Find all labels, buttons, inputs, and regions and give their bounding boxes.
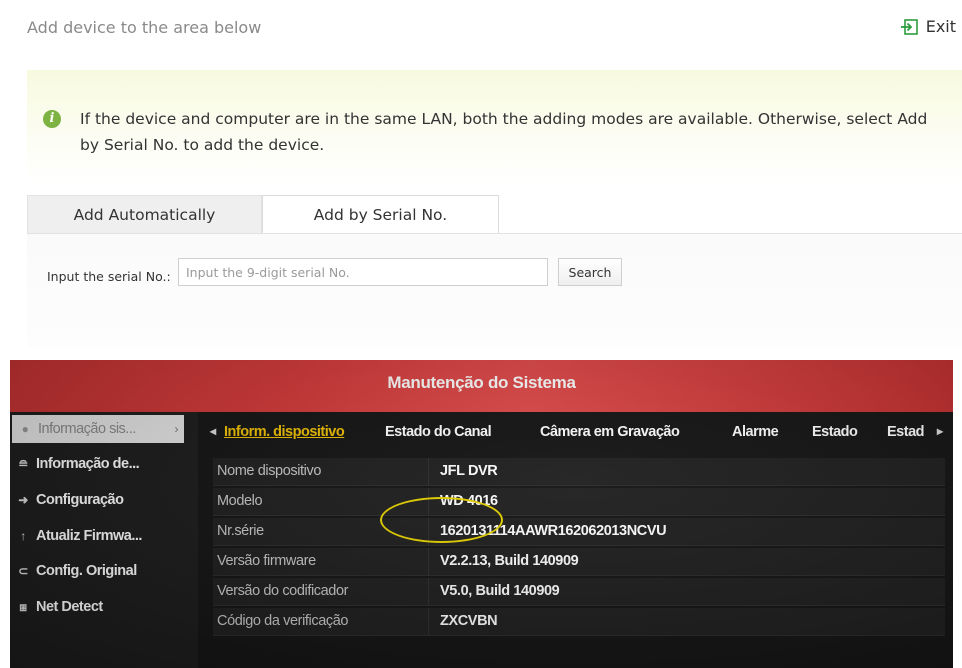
serial-input[interactable] — [178, 258, 548, 286]
dvr-menu-item-log: ≘ Informação de... — [10, 450, 198, 478]
dvr-tab-recording-camera: Câmera em Gravação — [540, 424, 680, 440]
dvr-tab-status-more: Estad — [887, 424, 925, 440]
table-row: Versão do codificador V5.0, Build 140909 — [213, 578, 945, 606]
page-title: Add device to the area below — [27, 18, 262, 37]
dvr-menu-item-config: ➜ Configuração — [10, 486, 198, 514]
divider — [428, 578, 429, 605]
dvr-menu-item-reset: ⊂ Config. Original — [10, 557, 198, 585]
dvr-menu-label: Informação de... — [36, 456, 140, 472]
tab-add-automatically[interactable]: Add Automatically — [27, 195, 262, 233]
chevron-right-icon: › — [174, 422, 179, 436]
row-label: Versão do codificador — [217, 583, 349, 599]
dvr-tab-device-info: Inform. dispositivo — [224, 424, 345, 440]
table-row: Nr.série 1620131114AAWR162062013NCVU — [213, 518, 945, 546]
log-icon: ≘ — [18, 457, 28, 471]
dvr-menu-label: Informação sis... — [38, 421, 136, 437]
chevron-left-icon: ◂ — [210, 424, 216, 438]
add-device-panel: Add device to the area below Exit i If t… — [0, 0, 962, 360]
upgrade-arrow-icon: ↑ — [20, 529, 26, 543]
exit-label: Exit — [925, 17, 956, 36]
info-icon: i — [43, 110, 61, 128]
serial-highlight-ellipse — [380, 497, 503, 543]
dvr-tab-alarm: Alarme — [732, 424, 779, 440]
dvr-tab-bar: ◂ Inform. dispositivo Estado do Canal Câ… — [200, 418, 953, 448]
table-row: Modelo WD 4016 — [213, 488, 945, 516]
dvr-screen-photo: Manutenção do Sistema ● Informação sis..… — [10, 360, 953, 668]
notice-text: If the device and computer are in the sa… — [80, 110, 928, 154]
row-value: V5.0, Build 140909 — [440, 583, 560, 599]
chevron-right-icon: ▸ — [937, 424, 943, 438]
dvr-menu-label: Net Detect — [36, 599, 103, 615]
row-value: JFL DVR — [440, 463, 498, 479]
network-icon: ⧆ — [19, 599, 27, 614]
table-row: Código da verificação ZXCVBN — [213, 608, 945, 636]
dvr-menu-label: Config. Original — [36, 563, 137, 579]
info-notice: i If the device and computer are in the … — [27, 70, 962, 182]
divider — [428, 548, 429, 575]
divider — [428, 608, 429, 635]
dvr-menu-label: Configuração — [36, 492, 124, 508]
reset-icon: ⊂ — [18, 564, 28, 578]
dvr-title-bar: Manutenção do Sistema — [10, 360, 953, 412]
table-row: Versão firmware V2.2.13, Build 140909 — [213, 548, 945, 576]
arrow-icon: ➜ — [18, 493, 28, 507]
dvr-tab-status: Estado — [812, 424, 858, 440]
dvr-menu-item-net-detect: ⧆ Net Detect — [10, 593, 198, 621]
search-button[interactable]: Search — [558, 258, 622, 286]
dvr-tab-channel-status: Estado do Canal — [385, 424, 492, 440]
dvr-menu-item-firmware: ↑ Atualiz Firmwa... — [10, 522, 198, 550]
exit-icon — [900, 18, 918, 35]
divider — [428, 458, 429, 485]
serial-tab-panel: Input the serial No.: Search — [27, 233, 962, 348]
dvr-menu-item-system-info: ● Informação sis... › — [12, 415, 184, 443]
tab-add-by-serial[interactable]: Add by Serial No. — [262, 195, 499, 234]
info-dot-icon: ● — [21, 422, 29, 436]
dvr-menu-label: Atualiz Firmwa... — [36, 528, 142, 544]
row-label: Versão firmware — [217, 553, 316, 569]
dvr-sidebar: ● Informação sis... › ≘ Informação de...… — [10, 412, 198, 668]
row-label: Código da verificação — [217, 613, 349, 629]
row-value: V2.2.13, Build 140909 — [440, 553, 579, 569]
row-label: Nome dispositivo — [217, 463, 322, 479]
table-row: Nome dispositivo JFL DVR — [213, 458, 945, 486]
dvr-title: Manutenção do Sistema — [387, 373, 576, 392]
dvr-device-info-table: Nome dispositivo JFL DVR Modelo WD 4016 … — [213, 458, 945, 648]
serial-input-label: Input the serial No.: — [47, 269, 171, 284]
row-value: ZXCVBN — [440, 613, 498, 629]
exit-button[interactable]: Exit — [900, 17, 956, 36]
